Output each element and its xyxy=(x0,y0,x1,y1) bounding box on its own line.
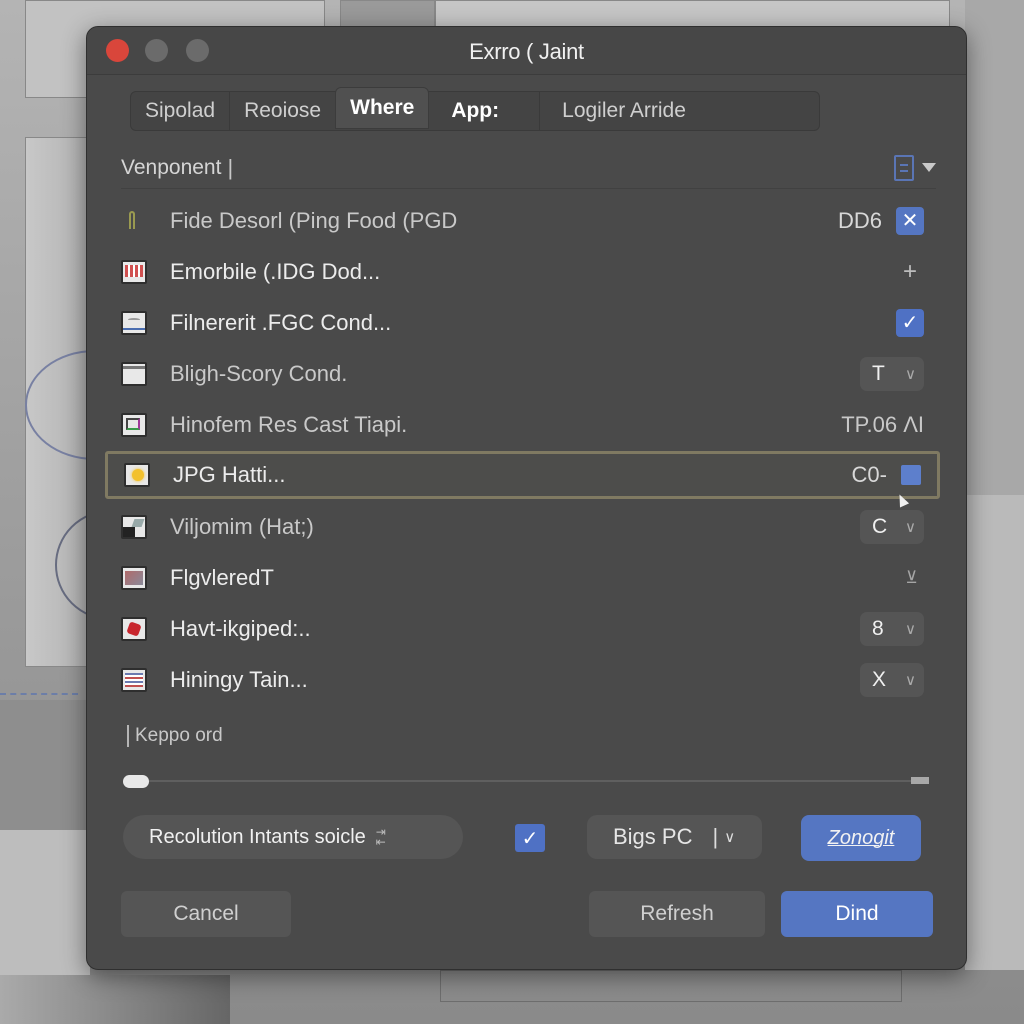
zoom-button-label: Zonogit xyxy=(827,826,895,849)
item-label: Viljomim (Hat;) xyxy=(170,513,314,539)
list-header: Venponent | xyxy=(121,147,936,189)
slider-thumb[interactable] xyxy=(123,775,149,788)
refresh-button[interactable]: Refresh xyxy=(589,891,765,937)
item-label: FlgvleredT xyxy=(170,564,274,590)
text-doc-icon xyxy=(121,667,147,692)
red-image-icon xyxy=(121,616,147,641)
background-window xyxy=(340,0,435,28)
dropdown-value: T xyxy=(872,361,885,385)
dropdown-value: X xyxy=(872,667,887,691)
keyword-field[interactable]: Keppo ord xyxy=(127,725,223,747)
resolution-label: Recolution Intants soicle xyxy=(149,825,366,848)
tab-sipolad[interactable]: Sipolad xyxy=(131,92,231,130)
item-label: JPG Hatti... xyxy=(173,462,286,487)
triangle-down-icon[interactable] xyxy=(922,163,936,172)
frame-icon xyxy=(121,412,147,437)
dropdown-value: 8 xyxy=(872,616,884,640)
background-area xyxy=(965,495,1024,970)
pin-icon xyxy=(121,209,147,233)
background-area xyxy=(0,975,230,1024)
item-dropdown[interactable]: X ∨ xyxy=(860,662,924,697)
sun-image-icon xyxy=(124,463,150,487)
tab-reoiose[interactable]: Reoiose xyxy=(230,92,335,130)
option-checkbox[interactable]: ✓ xyxy=(515,824,545,852)
chevron-down-icon: ∨ xyxy=(905,518,916,536)
item-value: DD6 xyxy=(837,207,882,233)
background-dashed-line xyxy=(0,693,78,695)
list-item-selected[interactable]: JPG Hatti... C0- xyxy=(105,451,940,508)
list-item[interactable]: Hiningy Tain... X ∨ xyxy=(105,654,940,705)
item-dropdown[interactable]: C ∨ xyxy=(860,509,924,544)
stepper-arrows-icon[interactable]: ⇥ ⇤ xyxy=(376,826,386,848)
landscape-image-icon xyxy=(121,310,147,335)
list-item[interactable]: Havt-ikgiped:.. 8 ∨ xyxy=(105,603,940,654)
document-icon[interactable] xyxy=(894,154,914,181)
item-label: Filnererit .FGC Cond... xyxy=(170,309,392,335)
list-item[interactable]: Fide Desorl (Ping Food (PGD DD6 ✕ xyxy=(105,195,940,246)
list-item[interactable]: Bligh-Scory Cond. T ∨ xyxy=(105,348,940,399)
tab-logiler-arride[interactable]: Logiler Arride xyxy=(540,92,708,130)
dialog-window: Exrro ( Jaint Sipolad Reoiose Where App:… xyxy=(86,26,967,970)
list-item[interactable]: Emorbile (.IDG Dod... + xyxy=(105,246,940,297)
plus-icon[interactable]: + xyxy=(896,258,924,286)
slider-track[interactable] xyxy=(123,780,929,782)
text-caret: | xyxy=(227,154,234,180)
file-list: Fide Desorl (Ping Food (PGD DD6 ✕ Emorbi… xyxy=(105,195,940,705)
zoom-button[interactable]: Zonogit xyxy=(801,815,921,861)
checkmark-icon: ✓ xyxy=(901,312,919,334)
chevron-down-icon: ∨ xyxy=(905,671,916,689)
text-caret xyxy=(127,725,129,747)
item-value: C0- xyxy=(851,462,887,487)
chevron-down-icon: ∨ xyxy=(905,620,916,638)
close-icon: ✕ xyxy=(901,210,919,232)
footer: Cancel Refresh Dind xyxy=(121,891,933,937)
item-label: Hinofem Res Cast Tiapi. xyxy=(170,411,408,437)
divider: | xyxy=(712,824,719,849)
header-label: Venponent xyxy=(121,155,222,179)
chevron-down-icon: ∨ xyxy=(905,365,916,383)
tab-where[interactable]: Where xyxy=(335,87,430,129)
background-window xyxy=(435,0,950,28)
list-item[interactable]: Hinofem Res Cast Tiapi. TP.06 ΛΙ xyxy=(105,399,940,450)
format-select[interactable]: Bigs PC | ∨ xyxy=(587,815,762,859)
tab-bar: Sipolad Reoiose Where App: Logiler Arrid… xyxy=(130,87,820,131)
item-label: Emorbile (.IDG Dod... xyxy=(170,258,381,284)
slider[interactable] xyxy=(123,775,929,788)
item-dropdown[interactable]: 8 ∨ xyxy=(860,611,924,646)
cancel-button[interactable]: Cancel xyxy=(121,891,291,937)
list-item[interactable]: Filnererit .FGC Cond... ✓ xyxy=(105,297,940,348)
slider-end-marker xyxy=(911,777,929,784)
dropdown-value: C xyxy=(872,514,888,538)
background-area xyxy=(965,0,1024,495)
remove-button[interactable]: ✕ xyxy=(896,206,924,235)
item-label: Bligh-Scory Cond. xyxy=(170,360,348,386)
dark-image-icon xyxy=(121,514,147,539)
list-item[interactable]: FlgvleredT ⊻ xyxy=(105,552,940,603)
tab-app[interactable]: App: xyxy=(429,92,541,130)
background-area xyxy=(0,700,90,830)
chevron-down-icon: ∨ xyxy=(724,829,736,846)
options-row: Recolution Intants soicle ⇥ ⇤ ✓ Bigs PC |… xyxy=(123,815,923,861)
background-window xyxy=(440,970,902,1002)
item-dropdown[interactable]: T ∨ xyxy=(860,356,924,391)
item-value: TP.06 ΛΙ xyxy=(841,411,924,437)
item-label: Havt-ikgiped:.. xyxy=(170,615,311,641)
keyword-label: Keppo ord xyxy=(135,725,223,746)
primary-button[interactable]: Dind xyxy=(781,891,933,937)
resolution-stepper[interactable]: Recolution Intants soicle ⇥ ⇤ xyxy=(123,815,463,859)
item-checkbox[interactable]: ✓ xyxy=(896,308,924,337)
window-title: Exrro ( Jaint xyxy=(469,39,584,64)
color-swatch[interactable] xyxy=(901,465,921,485)
photo-icon xyxy=(121,565,147,590)
title-bar: Exrro ( Jaint xyxy=(87,27,966,75)
list-item[interactable]: Viljomim (Hat;) C ∨ xyxy=(105,501,940,552)
checkmark-icon: ✓ xyxy=(521,827,539,850)
grid-image-icon xyxy=(121,259,147,284)
format-select-value: Bigs PC xyxy=(613,824,693,849)
window-icon xyxy=(121,361,147,386)
item-label: Fide Desorl (Ping Food (PGD xyxy=(170,207,458,233)
item-label: Hiningy Tain... xyxy=(170,666,308,692)
background-area xyxy=(0,830,90,980)
filter-icon[interactable]: ⊻ xyxy=(906,568,918,588)
